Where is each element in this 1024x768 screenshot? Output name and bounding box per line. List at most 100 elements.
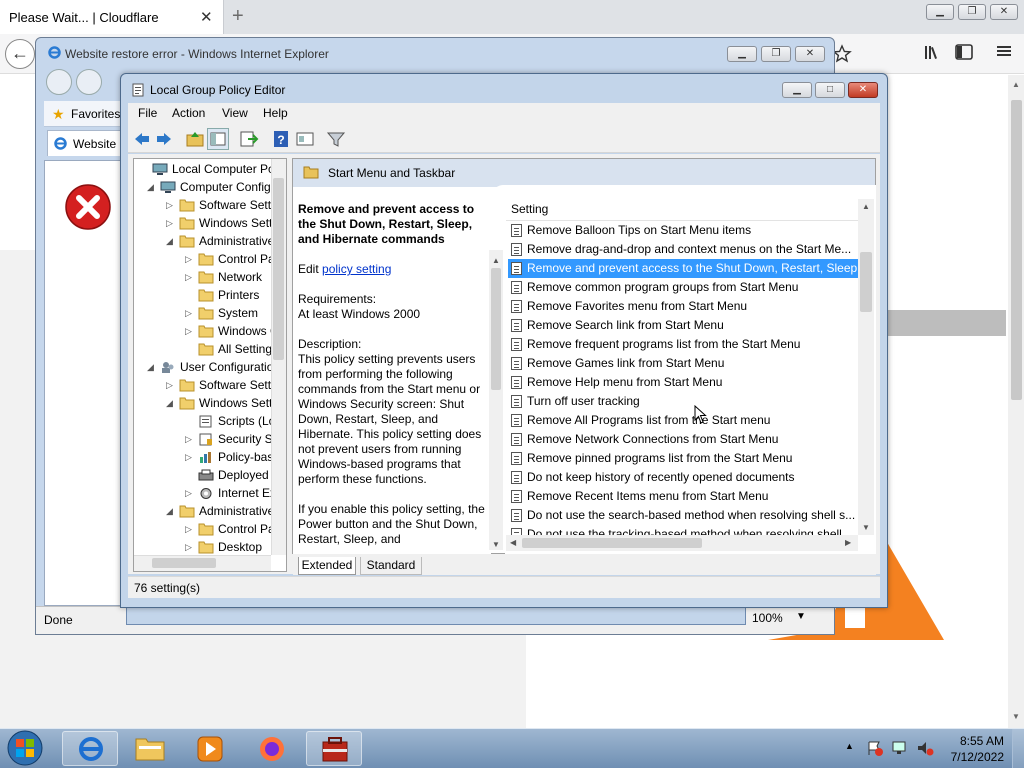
collapse-icon[interactable]: ◢ xyxy=(166,232,175,250)
tree-item[interactable]: ◢ Administrative xyxy=(166,502,274,520)
firefox-tab[interactable]: Please Wait... | Cloudflare ✕ xyxy=(0,0,224,34)
tree-item[interactable]: ▷ Software Setti xyxy=(166,196,274,214)
favorites-label[interactable]: Favorites xyxy=(71,107,120,121)
desc-scroll-down-icon[interactable]: ▼ xyxy=(492,540,500,549)
tree-item[interactable]: ▷ System xyxy=(185,304,258,322)
settings-column-header[interactable]: Setting xyxy=(506,199,858,221)
menu-view[interactable]: View xyxy=(222,106,248,120)
menu-icon[interactable] xyxy=(996,44,1016,62)
ie-restore-button[interactable]: ❐ xyxy=(761,46,791,62)
expand-icon[interactable]: ▷ xyxy=(185,304,194,322)
tree-item[interactable]: ▷ Windows Sett xyxy=(166,214,272,232)
show-desktop-button[interactable] xyxy=(1012,729,1024,768)
tab-standard[interactable]: Standard xyxy=(360,557,422,575)
tree-item[interactable]: ▷ Desktop xyxy=(185,538,262,556)
settings-vertical-scrollbar[interactable] xyxy=(858,199,874,535)
setting-row[interactable]: Do not use the search-based method when … xyxy=(508,506,858,525)
setting-row[interactable]: Remove Favorites menu from Start Menu xyxy=(508,297,858,316)
setting-row[interactable]: Remove drag-and-drop and context menus o… xyxy=(508,240,858,259)
gpedit-minimize-button[interactable]: ▁ xyxy=(782,82,812,98)
expand-icon[interactable]: ▷ xyxy=(185,268,194,286)
taskbar-explorer[interactable] xyxy=(122,731,178,766)
tree-item[interactable]: All Setting xyxy=(198,340,272,358)
tree-item[interactable]: ▷ Control Pa xyxy=(185,520,275,538)
settings-hscroll-thumb[interactable] xyxy=(522,538,702,548)
back-arrow-icon[interactable] xyxy=(131,128,153,150)
network-icon[interactable] xyxy=(891,740,909,756)
tree-item[interactable]: Local Computer Polic xyxy=(152,160,286,178)
settings-scroll-thumb[interactable] xyxy=(860,252,872,312)
tree-item[interactable]: ▷ Internet Ex xyxy=(185,484,276,502)
list-scroll-down-icon[interactable]: ▼ xyxy=(862,523,870,532)
taskbar-gpedit[interactable] xyxy=(306,731,362,766)
list-scroll-right-icon[interactable]: ▶ xyxy=(845,538,851,547)
volume-icon[interactable] xyxy=(916,740,934,756)
tree-item[interactable]: ▷ Network xyxy=(185,268,262,286)
collapse-icon[interactable]: ◢ xyxy=(166,502,175,520)
collapse-icon[interactable]: ◢ xyxy=(147,358,156,376)
ie-back-button[interactable] xyxy=(46,69,72,95)
expand-icon[interactable]: ▷ xyxy=(185,448,194,466)
menu-file[interactable]: File xyxy=(138,106,157,120)
expand-icon[interactable]: ▷ xyxy=(166,214,175,232)
close-button[interactable]: ✕ xyxy=(990,4,1018,20)
expand-icon[interactable]: ▷ xyxy=(166,376,175,394)
ie-minimize-button[interactable]: ▁ xyxy=(727,46,757,62)
list-scroll-left-icon[interactable]: ◀ xyxy=(510,538,516,547)
setting-row[interactable]: Remove Balloon Tips on Start Menu items xyxy=(508,221,858,240)
gpedit-maximize-button[interactable]: □ xyxy=(815,82,845,98)
tree-scroll-thumb[interactable] xyxy=(273,178,284,360)
expand-icon[interactable]: ▷ xyxy=(185,430,194,448)
expand-icon[interactable]: ▷ xyxy=(166,196,175,214)
system-clock[interactable]: 8:55 AM 7/12/2022 xyxy=(940,733,1004,765)
setting-row[interactable]: Remove Search link from Start Menu xyxy=(508,316,858,335)
help-icon[interactable]: ? xyxy=(270,128,292,150)
edit-policy-link[interactable]: policy setting xyxy=(322,262,391,276)
setting-row[interactable]: Remove Network Connections from Start Me… xyxy=(508,430,858,449)
expand-icon[interactable]: ▷ xyxy=(185,520,194,538)
action-center-icon[interactable] xyxy=(866,740,884,756)
export-list-icon[interactable] xyxy=(238,128,260,150)
tab-extended[interactable]: Extended xyxy=(298,557,356,575)
tree-item[interactable]: ▷ Security Se xyxy=(185,430,279,448)
scroll-down-icon[interactable]: ▼ xyxy=(1012,712,1020,721)
tree-item[interactable]: ▷ Control Pa xyxy=(185,250,275,268)
start-button-icon[interactable] xyxy=(4,729,46,767)
close-tab-icon[interactable]: ✕ xyxy=(200,8,213,26)
sidebar-icon[interactable] xyxy=(955,44,975,62)
tree-item[interactable]: Printers xyxy=(198,286,259,304)
setting-row[interactable]: Remove Help menu from Start Menu xyxy=(508,373,858,392)
ie-forward-button[interactable] xyxy=(76,69,102,95)
ie-close-button[interactable]: ✕ xyxy=(795,46,825,62)
zoom-dropdown-icon[interactable]: ▼ xyxy=(796,611,806,622)
tree-item[interactable]: ▷ Policy-bas xyxy=(185,448,273,466)
tree-item[interactable]: ▷ Software Setti xyxy=(166,376,274,394)
tree-item[interactable]: Scripts (Lo xyxy=(198,412,275,430)
new-tab-button[interactable]: + xyxy=(232,5,244,28)
page-scrollbar-thumb[interactable] xyxy=(1011,100,1022,400)
restore-button[interactable]: ❐ xyxy=(958,4,986,20)
tree-item[interactable]: ◢ User Configuratio xyxy=(147,358,273,376)
taskbar-media-player[interactable] xyxy=(182,731,238,766)
collapse-icon[interactable]: ◢ xyxy=(166,394,175,412)
expand-icon[interactable]: ▷ xyxy=(185,484,194,502)
gpedit-close-button[interactable]: ✕ xyxy=(848,82,878,98)
setting-row[interactable]: Do not keep history of recently opened d… xyxy=(508,468,858,487)
tree-item[interactable]: Deployed xyxy=(198,466,269,484)
tree-item[interactable]: ◢ Administrative xyxy=(166,232,274,250)
menu-action[interactable]: Action xyxy=(172,106,205,120)
library-icon[interactable] xyxy=(924,44,944,62)
menu-help[interactable]: Help xyxy=(263,106,288,120)
back-button[interactable]: ← xyxy=(5,39,35,69)
taskbar-firefox[interactable] xyxy=(244,731,300,766)
properties-icon[interactable] xyxy=(294,128,316,150)
setting-row[interactable]: Remove frequent programs list from the S… xyxy=(508,335,858,354)
setting-row[interactable]: Remove All Programs list from the Start … xyxy=(508,411,858,430)
bookmark-star-icon[interactable] xyxy=(832,44,856,64)
forward-arrow-icon[interactable] xyxy=(153,128,175,150)
setting-row-selected[interactable]: Remove and prevent access to the Shut Do… xyxy=(508,259,858,278)
up-folder-icon[interactable] xyxy=(184,128,206,150)
setting-row[interactable]: Remove Games link from Start Menu xyxy=(508,354,858,373)
show-hidden-icons[interactable]: ▲ xyxy=(845,741,854,751)
setting-row[interactable]: Remove common program groups from Start … xyxy=(508,278,858,297)
